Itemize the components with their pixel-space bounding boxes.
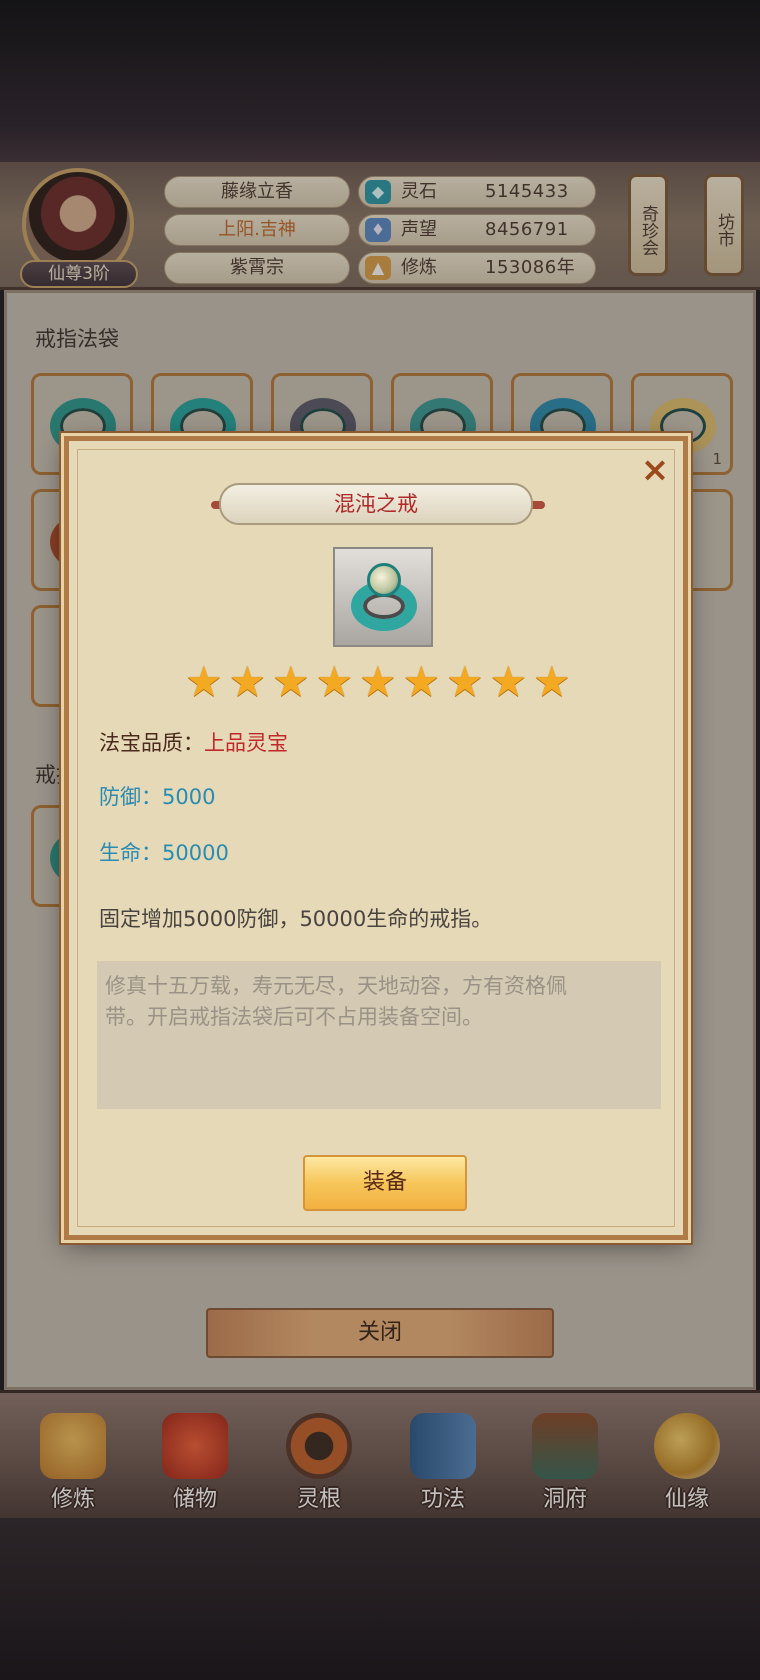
- top-dark-bar: [0, 0, 760, 162]
- item-icon-frame: [333, 547, 433, 647]
- star-icon: ★: [402, 657, 441, 706]
- flavor-text-line: 修真十五万载，寿元无尽，天地动容，方有资格佩: [105, 974, 567, 998]
- flavor-text-box: 修真十五万载，寿元无尽，天地动容，方有资格佩 带。开启戒指法袋后可不占用装备空间…: [97, 961, 661, 1109]
- equip-button[interactable]: 装备: [303, 1155, 467, 1211]
- item-detail-dialog: × 混沌之戒 ★ ★ ★ ★ ★ ★ ★ ★ ★ 法宝品质：上品灵宝 防御：5000 生命：50…: [64, 436, 688, 1240]
- star-icon: ★: [228, 657, 267, 706]
- star-icon: ★: [272, 657, 310, 706]
- flavor-text-line: 带。开启戒指法袋后可不占用装备空间。: [105, 1005, 483, 1029]
- star-icon: ★: [359, 657, 397, 706]
- star-icon: ★: [489, 657, 528, 706]
- item-description: 固定增加5000防御，50000生命的戒指。: [99, 907, 493, 931]
- quality-label: 法宝品质：: [99, 731, 204, 755]
- item-title: 混沌之戒: [219, 483, 533, 525]
- ring-gem-icon: [367, 563, 401, 597]
- hp-stat: 生命：50000: [99, 841, 229, 865]
- star-icon: ★: [446, 657, 484, 706]
- star-icon: ★: [533, 657, 571, 706]
- quality-value: 上品灵宝: [204, 731, 288, 755]
- star-icon: ★: [315, 657, 354, 706]
- star-icon: ★: [185, 657, 223, 706]
- defense-stat: 防御：5000: [99, 785, 216, 809]
- quality-line: 法宝品质：上品灵宝: [99, 727, 288, 757]
- close-icon[interactable]: ×: [639, 453, 671, 487]
- star-rating: ★ ★ ★ ★ ★ ★ ★ ★ ★: [185, 661, 577, 705]
- bottom-dark-bar: [0, 1518, 760, 1680]
